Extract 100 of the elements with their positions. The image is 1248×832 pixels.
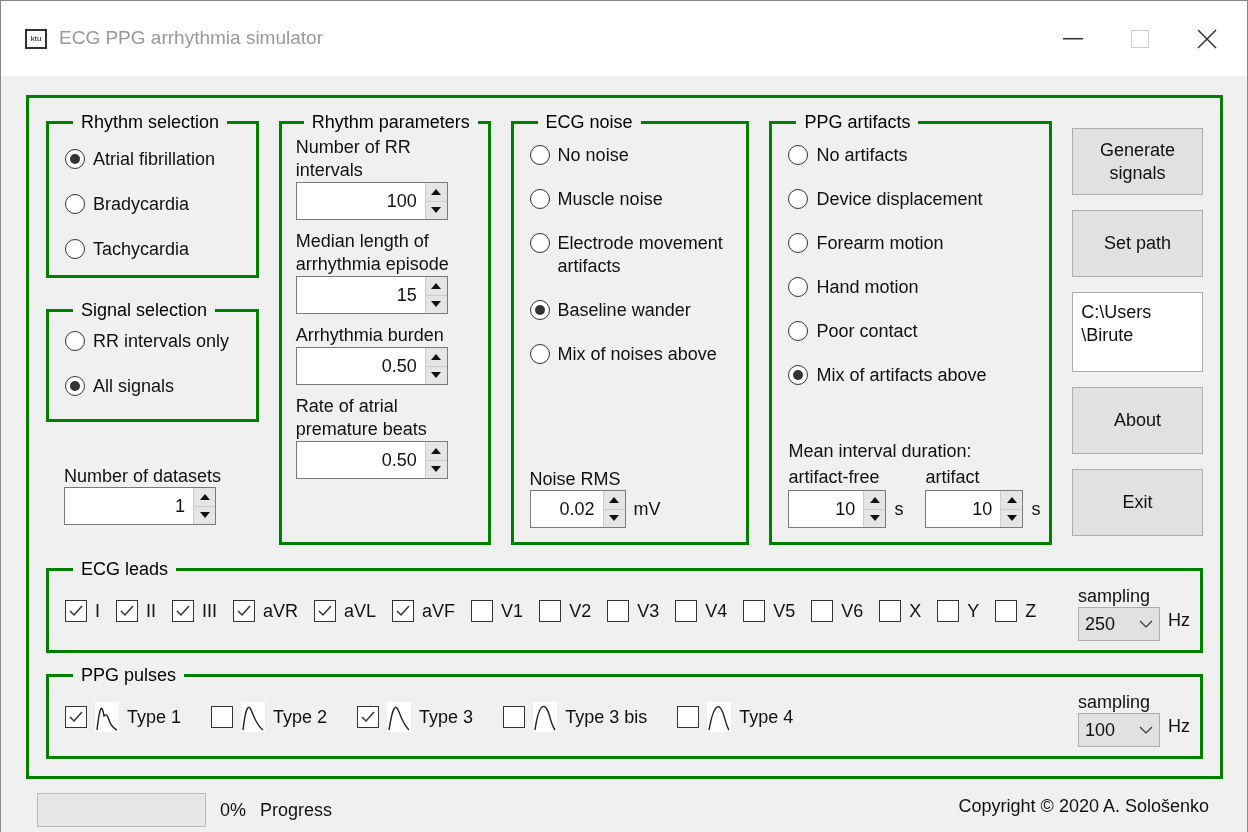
checkbox[interactable]	[503, 706, 526, 728]
radio-button[interactable]	[788, 365, 809, 385]
spin-field[interactable]: 10	[788, 490, 887, 528]
progress-percent: 0%	[220, 798, 246, 822]
unit-label: Hz	[1168, 714, 1190, 738]
lead-label: X	[909, 599, 922, 623]
radio-button[interactable]	[65, 239, 85, 259]
radio-label: Tachycardia	[93, 238, 190, 261]
radio-button[interactable]	[529, 233, 550, 253]
radio-button[interactable]	[529, 300, 550, 320]
action-button[interactable]: About	[1072, 387, 1203, 454]
checkbox[interactable]	[392, 600, 415, 622]
sampling-label: sampling	[1078, 691, 1152, 713]
lead-label: aVL	[344, 599, 377, 623]
lead-label: Y	[967, 599, 980, 623]
sampling-label: sampling	[1078, 585, 1152, 607]
spin-field[interactable]: 15	[295, 276, 448, 314]
checkmark-icon	[119, 603, 135, 619]
lead-label: III	[202, 599, 218, 623]
field-label: artifact	[925, 466, 981, 489]
unit-label: mV	[633, 497, 661, 521]
radio-label: No noise	[557, 144, 629, 167]
sampling-dropdown[interactable]: 250	[1078, 607, 1160, 641]
radio-label: Poor contact	[816, 320, 918, 343]
radio-button[interactable]	[65, 149, 85, 169]
radio-button[interactable]	[529, 189, 550, 209]
radio-button[interactable]	[788, 145, 809, 165]
checkbox[interactable]	[937, 600, 960, 622]
checkbox[interactable]	[471, 600, 494, 622]
checkbox[interactable]	[743, 600, 766, 622]
radio-button[interactable]	[788, 189, 809, 209]
checkbox[interactable]	[116, 600, 138, 622]
radio-button[interactable]	[788, 277, 809, 297]
action-button[interactable]: Generate signals	[1072, 128, 1203, 195]
checkbox[interactable]	[811, 600, 834, 622]
progress-label: Progress	[260, 798, 333, 822]
checkmark-icon	[360, 709, 377, 725]
app-logo: ktu	[25, 28, 47, 49]
checkbox[interactable]	[172, 600, 195, 622]
unit-label: s	[1031, 497, 1041, 521]
checkbox[interactable]	[65, 706, 87, 728]
action-button[interactable]: Exit	[1072, 469, 1203, 536]
spin-field[interactable]: 100	[295, 182, 448, 220]
checkbox[interactable]	[995, 600, 1018, 622]
spin-field[interactable]: 0.50	[295, 347, 448, 385]
checkbox[interactable]	[879, 600, 902, 622]
group-title: Signal selection	[80, 300, 209, 320]
radio-label: Hand motion	[816, 276, 919, 299]
field-label: Number of RR intervals	[295, 136, 412, 182]
close-icon[interactable]	[1197, 28, 1217, 49]
radio-button[interactable]	[788, 233, 809, 253]
spin-field[interactable]: 0.50	[295, 441, 448, 479]
checkbox[interactable]	[539, 600, 562, 622]
pulse-label: Type 4	[739, 705, 794, 729]
spin-field[interactable]: 10	[925, 490, 1024, 528]
chevron-down-icon	[1139, 726, 1153, 734]
radio-label: No artifacts	[816, 144, 908, 167]
checkbox[interactable]	[357, 706, 380, 728]
pulse-wave-icon	[533, 702, 558, 732]
radio-button[interactable]	[65, 194, 85, 214]
sampling-dropdown[interactable]: 100	[1078, 713, 1160, 747]
radio-button[interactable]	[65, 331, 85, 351]
lead-label: V3	[637, 599, 660, 623]
radio-label: Mix of noises above	[557, 343, 717, 366]
checkbox[interactable]	[607, 600, 630, 622]
radio-button[interactable]	[788, 321, 809, 341]
lead-label: V1	[501, 599, 524, 623]
group-title: ECG noise	[544, 112, 634, 132]
spin-field[interactable]: 0.02	[529, 490, 626, 528]
group-title: PPG pulses	[80, 665, 178, 685]
checkbox[interactable]	[675, 600, 698, 622]
lead-label: V4	[705, 599, 728, 623]
radio-button[interactable]	[529, 344, 550, 364]
pulse-label: Type 3 bis	[565, 705, 648, 729]
action-button[interactable]: Set path	[1072, 210, 1203, 277]
minimize-icon[interactable]	[1063, 37, 1083, 40]
lead-label: aVR	[263, 599, 299, 623]
field-label: Mean interval duration:	[788, 440, 973, 463]
unit-label: Hz	[1168, 608, 1190, 632]
radio-label: Mix of artifacts above	[816, 364, 987, 387]
radio-label: Baseline wander	[557, 299, 691, 322]
copyright-text: Copyright © 2020 A. Sološenko	[958, 794, 1209, 818]
checkmark-icon	[68, 709, 84, 725]
spin-field[interactable]: 1	[64, 487, 216, 525]
group-title: Rhythm selection	[80, 112, 221, 132]
checkbox[interactable]	[211, 706, 234, 728]
path-display: C:\Users\Birute	[1072, 292, 1203, 372]
radio-button[interactable]	[65, 376, 85, 396]
checkbox[interactable]	[233, 600, 256, 622]
pulse-wave-icon	[707, 702, 732, 732]
radio-label: Forearm motion	[816, 232, 944, 255]
radio-button[interactable]	[529, 145, 550, 165]
pulse-label: Type 3	[419, 705, 474, 729]
checkbox[interactable]	[65, 600, 87, 622]
radio-label: Electrode movement artifacts	[557, 232, 724, 278]
checkbox[interactable]	[677, 706, 700, 728]
checkmark-icon	[68, 603, 84, 619]
checkbox[interactable]	[314, 600, 337, 622]
checkmark-icon	[236, 603, 253, 619]
lead-label: V6	[841, 599, 864, 623]
